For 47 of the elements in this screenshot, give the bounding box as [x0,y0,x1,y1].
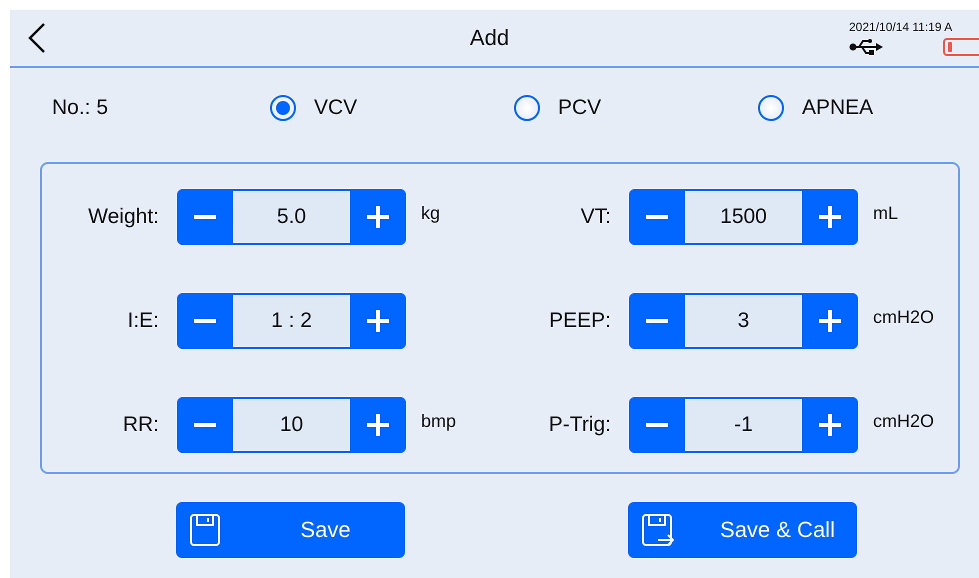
plus-icon [367,206,389,228]
save-export-icon [642,514,674,546]
back-chevron-icon[interactable] [28,23,46,53]
minus-icon [194,215,216,219]
parameter-stepper[interactable]: 1 : 2 [177,293,406,349]
value-field[interactable]: 10 [233,399,350,451]
screen-title: Add [468,25,510,51]
save-button[interactable]: Save [176,502,405,558]
parameter-stepper[interactable]: 3 [629,293,858,349]
mode-radio[interactable]: APNEA [746,95,874,121]
parameter-label: I:E: [126,309,160,333]
date-time: 2021/10/14 11:19 A [849,20,954,34]
parameter-label: RR: [122,413,160,437]
parameter-stepper[interactable]: 10 [177,397,406,453]
unit-label: cmH2O [872,411,936,432]
value-field[interactable]: 1 : 2 [233,295,350,347]
plus-icon [819,206,841,228]
record-number: No.: 5 [52,96,110,120]
unit-label: kg [420,203,442,224]
parameter-stepper[interactable]: 1500 [629,189,858,245]
value-field[interactable]: 5.0 [233,191,350,243]
parameter-label: Weight: [87,205,160,229]
parameter-stepper[interactable]: 5.0 [177,189,406,245]
value-field[interactable]: 1500 [685,191,802,243]
usb-icon [849,38,883,56]
minus-icon [646,319,668,323]
battery-icon [943,38,979,56]
minus-icon [646,423,668,427]
plus-icon [819,414,841,436]
plus-icon [367,414,389,436]
unit-label: bmp [420,411,458,432]
plus-icon [819,310,841,332]
mode-radio[interactable]: VCV [258,95,358,121]
minus-icon [646,215,668,219]
unit-label: mL [872,203,900,224]
plus-icon [367,310,389,332]
minus-icon [194,423,216,427]
mode-radio[interactable]: PCV [502,95,602,121]
parameter-stepper[interactable]: -1 [629,397,858,453]
parameter-label: PEEP: [548,309,612,333]
parameter-label: VT: [580,205,612,229]
save-and-call-button[interactable]: Save & Call [628,502,857,558]
minus-icon [194,319,216,323]
parameter-label: P-Trig: [548,413,612,437]
unit-label: cmH2O [872,307,936,328]
value-field[interactable]: 3 [685,295,802,347]
value-field[interactable]: -1 [685,399,802,451]
